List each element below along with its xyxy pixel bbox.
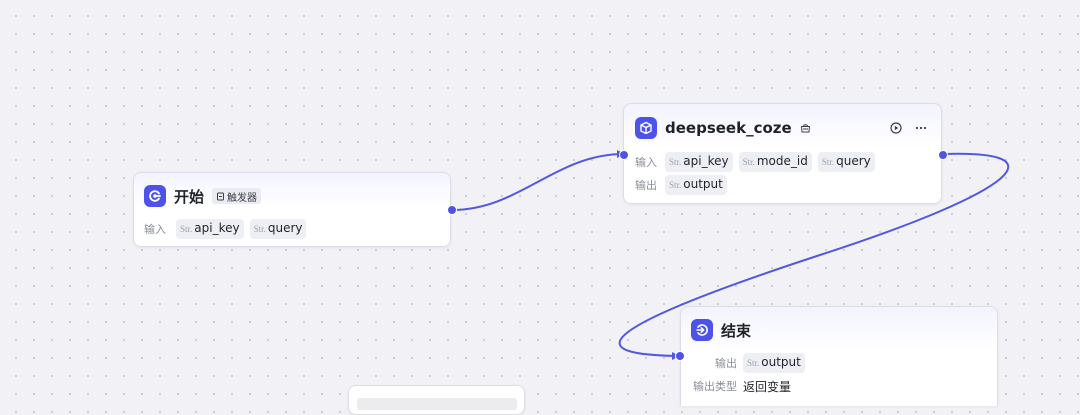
start-input-label: 输入 bbox=[144, 223, 166, 236]
plugin-cube-icon bbox=[635, 117, 657, 139]
trigger-icon bbox=[217, 192, 225, 200]
start-input-api-key: Str. api_key bbox=[176, 219, 244, 239]
start-node-icon bbox=[144, 185, 166, 207]
trigger-badge[interactable]: 触发器 bbox=[212, 188, 262, 204]
end-output-type-value: 返回变量 bbox=[743, 379, 792, 394]
edge-start-to-plugin bbox=[451, 153, 625, 211]
start-output-port[interactable] bbox=[447, 205, 457, 215]
trigger-badge-label: 触发器 bbox=[227, 192, 258, 204]
start-node[interactable]: 开始 触发器 输入 Str. api_key Str. query bbox=[133, 172, 451, 247]
plugin-store-icon bbox=[800, 123, 810, 132]
plugin-input-mode-id: Str. mode_id bbox=[738, 152, 812, 172]
plugin-input-query: Str. query bbox=[817, 152, 875, 172]
plugin-node[interactable]: deepseek_coze 输入 Str. api_key Str. mode_… bbox=[623, 103, 942, 204]
plugin-output-label: 输出 bbox=[635, 179, 657, 192]
end-output-label: 输出 bbox=[715, 357, 737, 370]
end-output-type-label: 输出类型 bbox=[693, 380, 737, 393]
end-output-output: Str. output bbox=[743, 353, 805, 373]
plugin-output-port[interactable] bbox=[938, 150, 948, 160]
plugin-input-port[interactable] bbox=[619, 150, 629, 160]
end-node-title: 结束 bbox=[721, 321, 752, 340]
workflow-canvas[interactable]: 开始 触发器 输入 Str. api_key Str. query deepse… bbox=[0, 0, 1080, 415]
plugin-output-output: Str. output bbox=[665, 175, 727, 195]
start-node-title: 开始 bbox=[174, 187, 205, 206]
partial-node[interactable] bbox=[348, 385, 525, 415]
plugin-node-title: deepseek_coze bbox=[665, 119, 792, 137]
end-input-port[interactable] bbox=[675, 351, 685, 361]
play-icon[interactable] bbox=[888, 120, 904, 136]
plugin-input-label: 输入 bbox=[635, 156, 657, 169]
end-node[interactable]: 结束 输出 Str. output 输出类型 返回变量 bbox=[680, 306, 998, 406]
plugin-input-api-key: Str. api_key bbox=[665, 152, 733, 172]
more-icon[interactable] bbox=[913, 120, 929, 136]
partial-node-header-bar bbox=[357, 398, 517, 410]
end-node-icon bbox=[691, 319, 713, 341]
start-input-query: Str. query bbox=[249, 219, 307, 239]
